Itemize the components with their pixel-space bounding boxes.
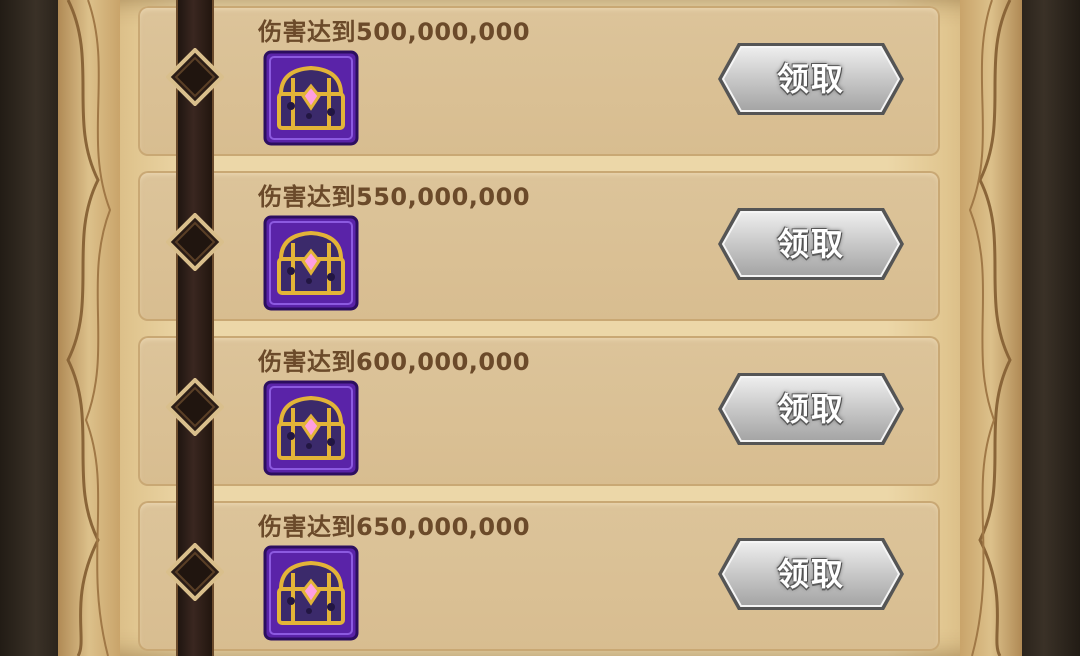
reward-threshold-label: 伤害达到500,000,000: [258, 18, 531, 46]
treasure-chest-icon[interactable]: [263, 380, 359, 476]
panel-border-right: [960, 0, 1022, 656]
panel-border-left: [58, 0, 120, 656]
reward-threshold-label: 伤害达到600,000,000: [258, 348, 531, 376]
timeline-node-icon: [166, 378, 224, 436]
treasure-chest-icon[interactable]: [263, 215, 359, 311]
reward-threshold-label: 伤害达到550,000,000: [258, 183, 531, 211]
claim-button-label: 领取: [776, 225, 845, 263]
outer-frame-right: [1020, 0, 1080, 656]
timeline-node-icon: [166, 543, 224, 601]
claim-button[interactable]: 领取: [716, 371, 906, 447]
claim-button[interactable]: 领取: [716, 41, 906, 117]
claim-button-label: 领取: [776, 555, 845, 593]
claim-button[interactable]: 领取: [716, 536, 906, 612]
treasure-chest-icon[interactable]: [263, 545, 359, 641]
reward-threshold-label: 伤害达到650,000,000: [258, 513, 531, 541]
timeline-node-icon: [166, 48, 224, 106]
treasure-chest-icon[interactable]: [263, 50, 359, 146]
reward-screen: 伤害达到500,000,000 伤害达到550,000,000 伤害达到600,…: [0, 0, 1080, 656]
timeline-node-icon: [166, 213, 224, 271]
claim-button-label: 领取: [776, 60, 845, 98]
outer-frame-left: [0, 0, 60, 656]
claim-button[interactable]: 领取: [716, 206, 906, 282]
claim-button-label: 领取: [776, 390, 845, 428]
